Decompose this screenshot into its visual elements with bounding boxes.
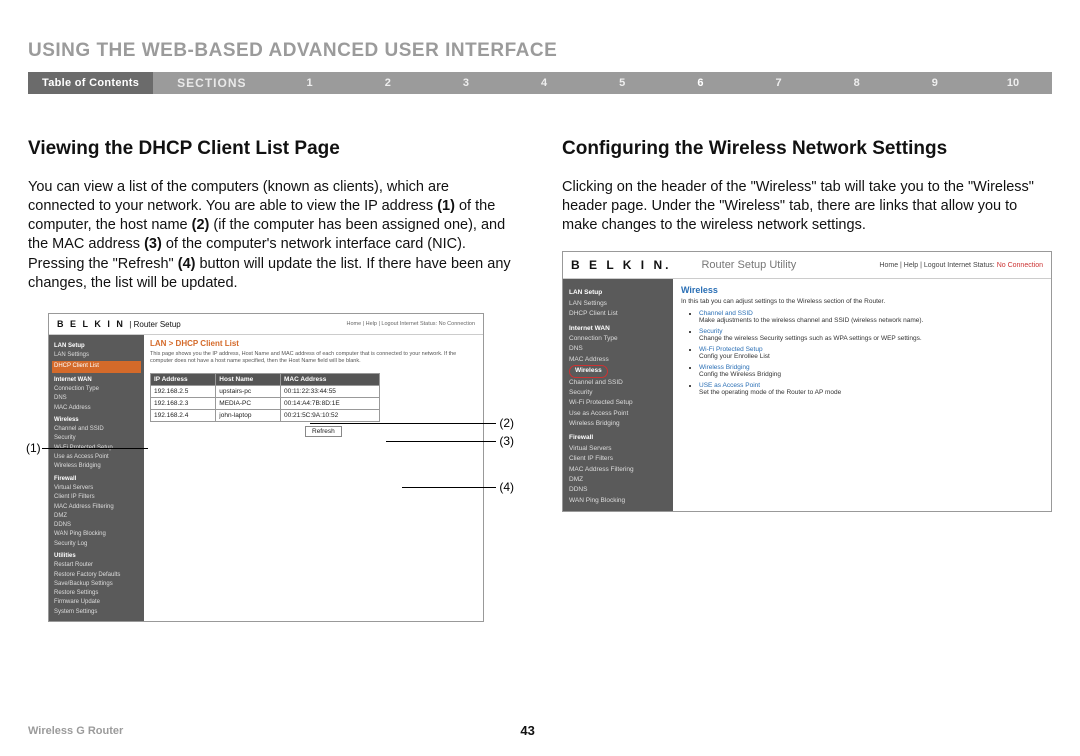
top-links: Home | Help | Logout Internet Status: No… <box>879 262 1043 269</box>
sections-label: SECTIONS <box>153 76 270 90</box>
wireless-intro: In this tab you can adjust settings to t… <box>681 298 1043 305</box>
section-6[interactable]: 6 <box>661 77 739 89</box>
router-setup-label: Router Setup <box>134 320 181 329</box>
belkin-logo: B E L K I N <box>57 319 125 329</box>
belkin-logo-2: B E L K I N. <box>571 258 671 272</box>
section-10[interactable]: 10 <box>974 77 1052 89</box>
dhcp-screenshot: B E L K I N | Router Setup Home | Help |… <box>48 313 484 622</box>
wireless-links-list: Channel and SSIDMake adjustments to the … <box>681 310 1043 396</box>
section-7[interactable]: 7 <box>739 77 817 89</box>
section-2[interactable]: 2 <box>349 77 427 89</box>
section-8[interactable]: 8 <box>818 77 896 89</box>
section-3[interactable]: 3 <box>427 77 505 89</box>
right-paragraph: Clicking on the header of the "Wireless"… <box>562 178 1052 235</box>
router-utility-label: Router Setup Utility <box>701 259 796 271</box>
dhcp-sidebar: LAN SetupLAN SettingsDHCP Client ListInt… <box>49 335 144 621</box>
section-nav: Table of Contents SECTIONS 1 2 3 4 5 6 7… <box>28 72 1052 94</box>
section-5[interactable]: 5 <box>583 77 661 89</box>
status-line: Home | Help | Logout Internet Status: No… <box>346 321 475 327</box>
right-column: Configuring the Wireless Network Setting… <box>562 138 1052 622</box>
right-heading: Configuring the Wireless Network Setting… <box>562 138 1052 160</box>
panel-desc: This page shows you the IP address, Host… <box>150 351 477 365</box>
toc-link[interactable]: Table of Contents <box>28 72 153 94</box>
section-1[interactable]: 1 <box>271 77 349 89</box>
callout-2: (2) <box>499 416 514 430</box>
refresh-button[interactable]: Refresh <box>305 426 342 437</box>
callout-1: (1) <box>26 441 41 455</box>
panel-title: LAN > DHCP Client List <box>150 339 477 348</box>
dhcp-table: IP AddressHost NameMAC Address192.168.2.… <box>150 373 380 422</box>
wireless-screenshot: B E L K I N. Router Setup Utility Home |… <box>562 251 1052 512</box>
callout-3: (3) <box>499 434 514 448</box>
page-number: 43 <box>520 723 534 738</box>
left-heading: Viewing the DHCP Client List Page <box>28 138 518 160</box>
section-9[interactable]: 9 <box>896 77 974 89</box>
product-name: Wireless G Router <box>28 725 123 737</box>
page-footer: Wireless G Router 43 <box>0 723 1080 738</box>
callout-4: (4) <box>499 480 514 494</box>
chapter-title: USING THE WEB-BASED ADVANCED USER INTERF… <box>28 40 1052 62</box>
left-paragraph: You can view a list of the computers (kn… <box>28 178 518 293</box>
wireless-sidebar: LAN SetupLAN SettingsDHCP Client ListInt… <box>563 279 673 511</box>
section-4[interactable]: 4 <box>505 77 583 89</box>
left-column: Viewing the DHCP Client List Page You ca… <box>28 138 518 622</box>
wireless-header: Wireless <box>681 285 1043 295</box>
